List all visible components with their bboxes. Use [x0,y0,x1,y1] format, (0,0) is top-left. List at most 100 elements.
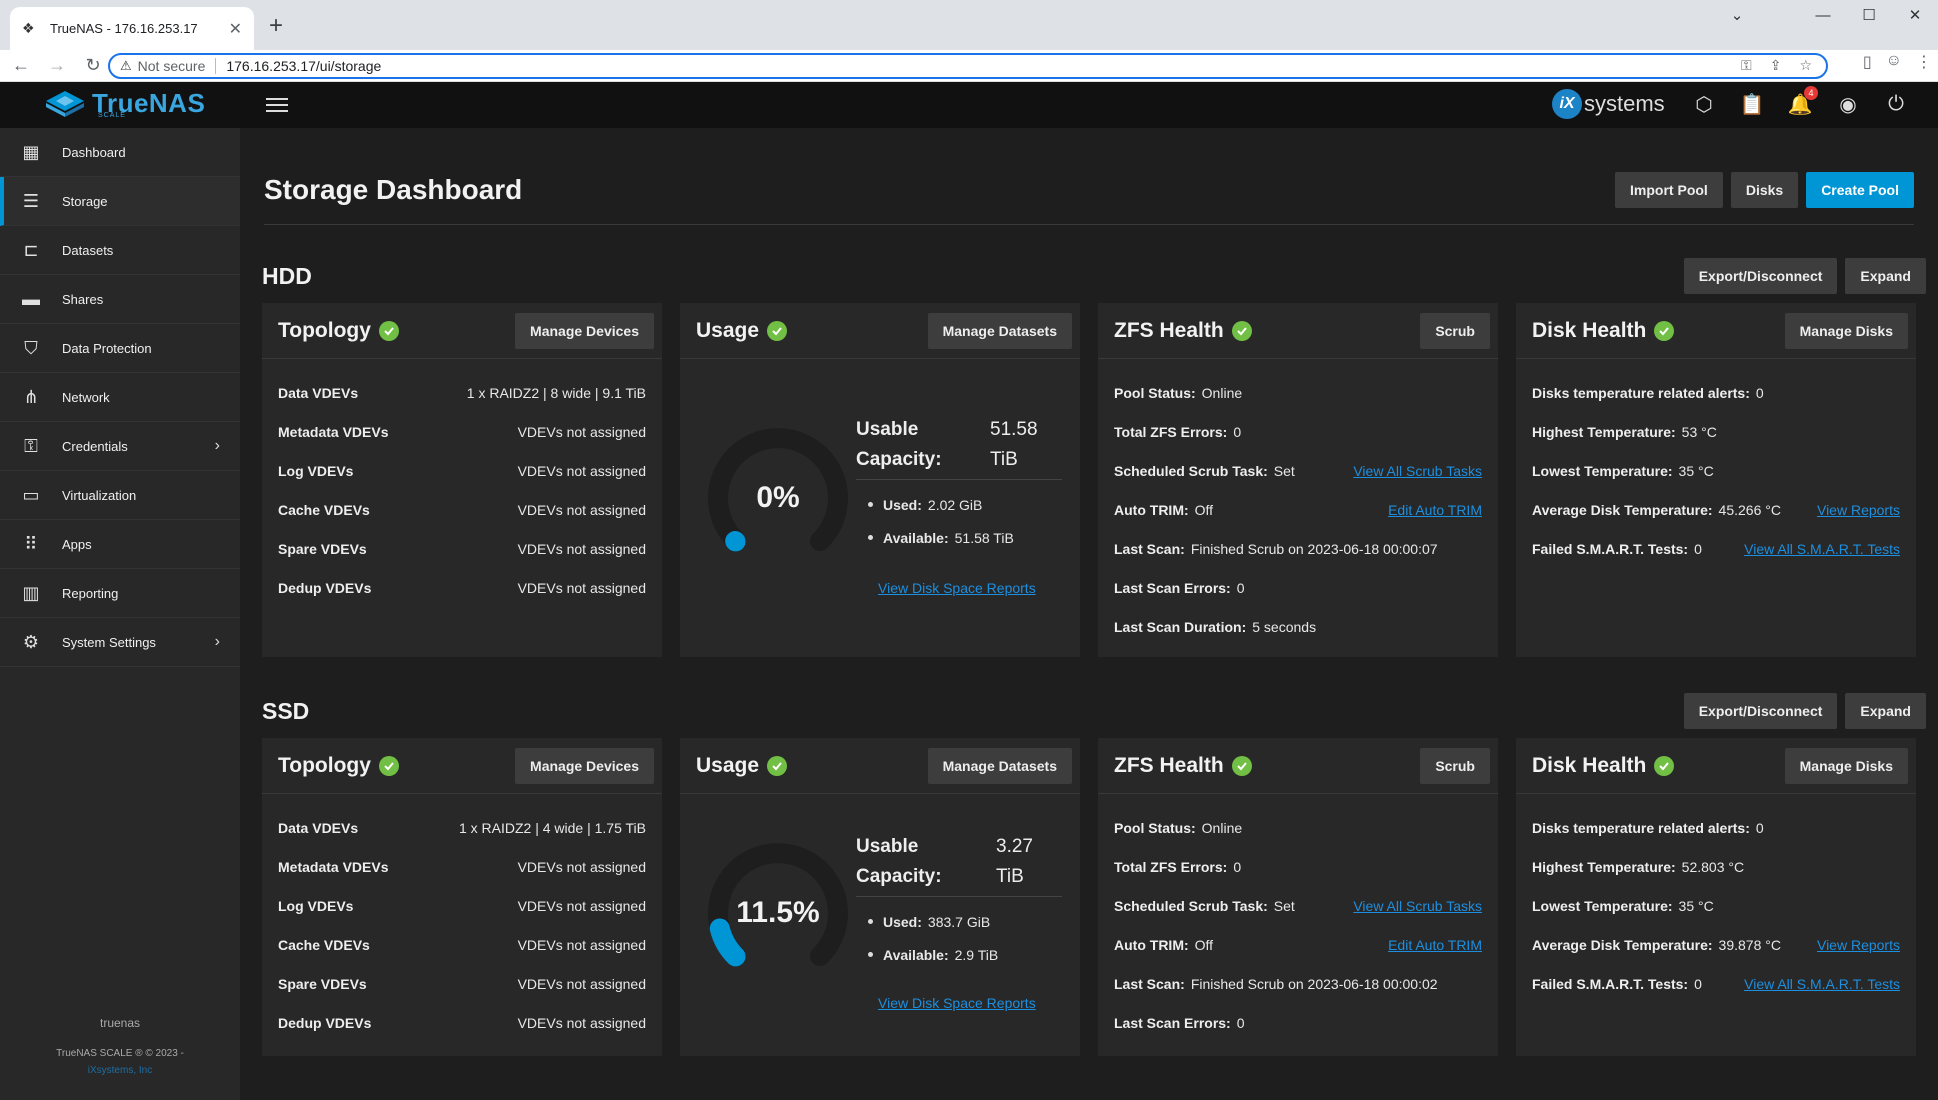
view-all-scrub-tasks-link[interactable]: View All Scrub Tasks [1353,898,1482,914]
sidebar-item-virtualization[interactable]: ▭ Virtualization [0,471,240,520]
main-content: Storage Dashboard Import Pool Disks Crea… [240,128,1938,1100]
reload-icon[interactable]: ↻ [78,51,108,81]
forward-icon[interactable]: → [42,51,72,81]
sidebar-item-label: Network [62,389,110,405]
maximize-button[interactable]: ☐ [1846,0,1892,30]
sidebar-item-label: Virtualization [62,487,137,503]
sidebar-item-dashboard[interactable]: ▦ Dashboard [0,128,240,177]
topology-row: Metadata VDEVs VDEVs not assigned [278,423,646,440]
sidebar-item-network[interactable]: ⋔ Network [0,373,240,422]
new-tab-button[interactable]: + [262,12,290,40]
manage-devices-button[interactable]: Manage Devices [515,313,654,349]
share-icon[interactable]: ⇪ [1770,57,1782,74]
topology-row: Dedup VDEVs VDEVs not assigned [278,579,646,596]
view-all-smart-tests-link[interactable]: View All S.M.A.R.T. Tests [1744,976,1900,992]
create-pool-button[interactable]: Create Pool [1806,172,1914,208]
browser-menu-icon[interactable]: ⋮ [1916,52,1932,72]
zfs-row: Last Scan Duration: 5 seconds [1114,618,1317,635]
expand-button[interactable]: Expand [1845,258,1926,294]
disk-row: Average Disk Temperature: 45.266 °C View R… [1532,501,1900,518]
manage-devices-button[interactable]: Manage Devices [515,748,654,784]
laptop-icon: ▭ [22,484,40,505]
address-bar[interactable]: ⚠ Not secure 176.16.253.17/ui/storage ⚿ … [108,53,1828,79]
sidebar-item-credentials[interactable]: ⚿ Credentials › [0,422,240,471]
account-icon[interactable]: ◉ [1836,92,1860,116]
close-window-button[interactable]: ✕ [1892,0,1938,30]
edit-auto-trim-link[interactable]: Edit Auto TRIM [1388,937,1482,953]
disk-row: Disks temperature related alerts: 0 [1532,384,1764,401]
profile-avatar-icon[interactable]: ☺ [1886,52,1902,72]
truenas-favicon-icon: ❖ [22,19,35,36]
star-icon[interactable]: ☆ [1799,57,1812,74]
topology-row: Dedup VDEVs VDEVs not assigned [278,1014,646,1031]
disk-row: Failed S.M.A.R.T. Tests: 0 View All S.M.A.… [1532,540,1900,557]
topology-card: Topology Manage Devices Data VDEVs 1 x RA… [262,303,662,657]
zfs-row: Last Scan: Finished Scrub on 2023-06-18 0… [1114,975,1438,992]
view-reports-link[interactable]: View Reports [1817,502,1900,518]
export-disconnect-button[interactable]: Export/Disconnect [1683,693,1838,729]
sidebar-item-label: Datasets [62,242,114,258]
key-icon[interactable]: ⚿ [1741,57,1752,74]
card-title: Topology [278,318,371,342]
sidebar-item-storage[interactable]: ☰ Storage [0,177,240,226]
sidebar-item-label: Apps [62,536,92,552]
disk-row: Average Disk Temperature: 39.878 °C View R… [1532,936,1900,953]
sidebar-footer: truenas TrueNAS SCALE ® © 2023 - iXsyste… [0,1016,240,1076]
back-icon[interactable]: ← [6,51,36,81]
usable-capacity-unit: TiB [990,449,1018,470]
scrub-button[interactable]: Scrub [1420,748,1490,784]
manage-disks-button[interactable]: Manage Disks [1784,748,1908,784]
export-disconnect-button[interactable]: Export/Disconnect [1683,258,1838,294]
usage-percent: 0% [756,481,800,514]
ixsystems-logo[interactable]: iX systems [1552,89,1665,119]
manage-disks-button[interactable]: Manage Disks [1784,313,1908,349]
expand-button[interactable]: Expand [1845,693,1926,729]
jobs-clipboard-icon[interactable]: 📋 [1740,92,1765,116]
view-reports-link[interactable]: View Reports [1817,937,1900,953]
usable-capacity-label: Usable Capacity: [856,419,942,470]
sidebar-item-reporting[interactable]: ▥ Reporting [0,569,240,618]
reporting-icon: ▥ [22,582,40,603]
edit-auto-trim-link[interactable]: Edit Auto TRIM [1388,502,1482,518]
power-icon[interactable]: ⏻ [1884,92,1908,116]
view-all-smart-tests-link[interactable]: View All S.M.A.R.T. Tests [1744,541,1900,557]
minimize-button[interactable]: — [1800,0,1846,30]
pool-name: HDD [262,263,312,289]
menu-toggle-icon[interactable] [266,94,288,116]
sidebar: ▦ Dashboard ☰ Storage ⊏ Datasets ▬ Share… [0,128,240,1100]
disk-row: Lowest Temperature: 35 °C [1532,462,1714,479]
zfs-row: Total ZFS Errors: 0 [1114,423,1242,440]
zfs-row: Pool Status: Online [1114,819,1243,836]
window-controls: ⌄ — ☐ ✕ [1714,0,1938,32]
browser-tab[interactable]: ❖ TrueNAS - 176.16.253.17 ✕ [10,7,254,50]
truecommand-icon[interactable]: ⬡ [1692,92,1716,116]
sidebar-item-datasets[interactable]: ⊏ Datasets [0,226,240,275]
manage-datasets-button[interactable]: Manage Datasets [927,313,1072,349]
sidebar-item-apps[interactable]: ⠿ Apps [0,520,240,569]
disk-row: Highest Temperature: 52.803 °C [1532,858,1745,875]
zfs-row: Last Scan Errors: 0 [1114,1014,1245,1031]
view-all-scrub-tasks-link[interactable]: View All Scrub Tasks [1353,463,1482,479]
manage-datasets-button[interactable]: Manage Datasets [927,748,1072,784]
view-disk-space-reports-link[interactable]: View Disk Space Reports [878,580,1036,596]
view-disk-space-reports-link[interactable]: View Disk Space Reports [878,995,1036,1011]
scrub-button[interactable]: Scrub [1420,313,1490,349]
sidebar-item-data-protection[interactable]: ⛉ Data Protection [0,324,240,373]
browser-tab-strip: ❖ TrueNAS - 176.16.253.17 ✕ + ⌄ — ☐ ✕ [0,0,1938,50]
tab-search-icon[interactable]: ⌄ [1714,0,1760,30]
import-pool-button[interactable]: Import Pool [1615,172,1723,208]
company-link[interactable]: iXsystems, Inc [0,1065,240,1076]
usable-capacity-value: 51.58 [990,419,1038,440]
sidebar-item-shares[interactable]: ▬ Shares [0,275,240,324]
truenas-logo-icon [46,90,84,117]
check-circle-icon [1654,755,1675,776]
url-text[interactable]: 176.16.253.17/ui/storage [226,58,381,74]
network-icon: ⋔ [23,386,39,407]
notifications-bell-icon[interactable]: 🔔 4 [1788,86,1818,116]
sidebar-item-label: Shares [62,291,104,307]
datasets-icon: ⊏ [23,239,39,260]
disks-button[interactable]: Disks [1730,172,1799,208]
sidebar-item-system-settings[interactable]: ⚙ System Settings › [0,618,240,667]
side-panel-icon[interactable]: ▯ [1863,52,1872,72]
close-tab-icon[interactable]: ✕ [229,19,242,39]
